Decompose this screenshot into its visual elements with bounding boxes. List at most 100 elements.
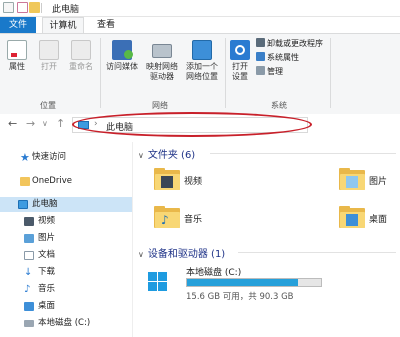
breadcrumb-separator-icon[interactable]: › — [94, 119, 98, 129]
sidebar-item-label: 视频 — [38, 216, 56, 226]
music-folder-icon: ♪ — [154, 206, 180, 228]
open-label: 打开 — [41, 62, 57, 71]
add-network-location-label-2: 网络位置 — [186, 72, 218, 81]
open-button[interactable]: 打开 — [36, 40, 62, 72]
address-bar[interactable]: › 此电脑 — [72, 117, 308, 133]
pictures-icon — [24, 234, 34, 243]
map-network-drive-button[interactable]: 映射网络 驱动器 — [143, 40, 181, 82]
devices-section-header[interactable]: ∨ 设备和驱动器 (1) — [138, 245, 225, 260]
title-bar: 此电脑 — [0, 0, 400, 17]
computer-icon — [78, 121, 89, 129]
desktop-icon — [24, 302, 34, 311]
sidebar-item-quick-access[interactable]: ★ 快速访问 — [0, 150, 132, 165]
back-arrow-icon[interactable]: ← — [8, 117, 17, 130]
documents-icon — [24, 251, 34, 260]
tab-file[interactable]: 文件 — [0, 17, 36, 33]
quick-access-properties-icon[interactable] — [3, 2, 14, 13]
sidebar-item-desktop[interactable]: 桌面 — [0, 299, 132, 314]
sidebar-item-onedrive[interactable]: OneDrive — [0, 174, 132, 189]
group-separator — [225, 38, 226, 108]
gear-icon — [230, 40, 250, 60]
navigation-bar: ← → ∨ ↑ › 此电脑 — [0, 114, 400, 136]
sidebar-item-label: OneDrive — [32, 176, 72, 186]
location-group-label: 位置 — [40, 101, 56, 110]
properties-label: 属性 — [9, 62, 25, 71]
ribbon: 属性 打开 重命名 位置 访问媒体 映射网络 驱动器 添加一个 网络位置 网络 … — [0, 33, 400, 115]
sidebar-item-pictures[interactable]: 图片 — [0, 231, 132, 246]
folders-header-label: 文件夹 (6) — [147, 150, 196, 161]
system-properties-label: 系统属性 — [267, 53, 299, 62]
add-network-location-button[interactable]: 添加一个 网络位置 — [182, 40, 222, 82]
media-icon — [112, 40, 133, 60]
folder-label: 桌面 — [369, 215, 388, 225]
up-arrow-icon[interactable]: ↑ — [56, 117, 65, 130]
add-network-location-label: 添加一个 — [186, 62, 218, 71]
quick-access-separator — [41, 3, 42, 13]
open-settings-label: 打开 — [232, 62, 248, 71]
uninstall-program-button[interactable]: 卸载或更改程序 — [256, 38, 323, 50]
sidebar-item-this-pc[interactable]: 此电脑 — [0, 197, 132, 212]
system-properties-button[interactable]: 系统属性 — [256, 52, 299, 64]
forward-arrow-icon[interactable]: → — [26, 117, 35, 130]
drive-name: 本地磁盘 (C:) — [186, 268, 242, 278]
address-path[interactable]: 此电脑 — [106, 120, 133, 133]
manage-icon — [256, 66, 265, 75]
ribbon-tabs: 文件 计算机 查看 — [0, 17, 400, 33]
rename-label: 重命名 — [69, 62, 93, 71]
folders-section-header[interactable]: ∨ 文件夹 (6) — [138, 146, 195, 161]
properties-icon — [7, 40, 27, 60]
recent-chevron-icon[interactable]: ∨ — [42, 119, 48, 128]
group-separator — [100, 38, 101, 108]
pane-divider[interactable] — [132, 142, 133, 337]
star-icon: ★ — [20, 151, 30, 164]
drive-usage-bar — [186, 278, 322, 287]
add-network-location-icon — [192, 40, 212, 60]
sidebar-item-local-disk[interactable]: 本地磁盘 (C:) — [0, 316, 132, 331]
section-divider — [210, 153, 396, 154]
sidebar-item-videos[interactable]: 视频 — [0, 214, 132, 229]
rename-button[interactable]: 重命名 — [66, 40, 96, 72]
group-separator — [330, 38, 331, 108]
system-properties-icon — [256, 52, 265, 61]
open-settings-button[interactable]: 打开 设置 — [228, 40, 252, 82]
folder-label: 视频 — [184, 177, 203, 187]
drive-usage-fill — [187, 279, 299, 286]
drive-icon — [24, 320, 34, 327]
manage-button[interactable]: 管理 — [256, 66, 283, 78]
downloads-icon: ↓ — [24, 267, 33, 278]
onedrive-folder-icon — [20, 177, 30, 186]
sidebar-item-label: 快速访问 — [32, 152, 67, 162]
videos-icon — [24, 217, 34, 226]
access-media-label: 访问媒体 — [106, 62, 138, 71]
sidebar-item-documents[interactable]: 文档 — [0, 248, 132, 263]
quick-access-checkmark-icon[interactable] — [17, 2, 28, 13]
sidebar-item-label: 音乐 — [38, 284, 56, 294]
sidebar-item-label: 下载 — [38, 267, 56, 277]
sidebar-item-label: 此电脑 — [32, 199, 58, 209]
sidebar-item-label: 文档 — [38, 250, 56, 260]
navigation-pane: ★ 快速访问 OneDrive 此电脑 视频 图片 文档 ↓ 下载 ♪ 音乐 桌… — [0, 142, 133, 337]
sidebar-item-label: 桌面 — [38, 301, 56, 311]
open-settings-label-2: 设置 — [232, 72, 248, 81]
properties-button[interactable]: 属性 — [4, 40, 30, 72]
sidebar-item-music[interactable]: ♪ 音乐 — [0, 282, 132, 297]
tab-view[interactable]: 查看 — [90, 17, 122, 33]
map-drive-icon — [152, 44, 172, 58]
chevron-down-icon[interactable]: ∨ — [138, 250, 144, 259]
sidebar-item-label: 图片 — [38, 233, 56, 243]
devices-header-label: 设备和驱动器 (1) — [147, 249, 226, 260]
open-icon — [39, 40, 59, 60]
quick-access-folder-icon[interactable] — [29, 2, 40, 13]
chevron-down-icon[interactable]: ∨ — [138, 151, 144, 160]
pictures-folder-icon — [339, 168, 365, 190]
section-divider — [238, 252, 396, 253]
network-group-label: 网络 — [152, 101, 168, 110]
windows-drive-icon — [148, 272, 168, 292]
content-pane: ∨ 文件夹 (6) 视频 图片 ♪ 音乐 桌面 ∨ 设备和驱动器 (1) 本地磁… — [134, 142, 400, 337]
folder-label: 音乐 — [184, 215, 203, 225]
videos-folder-icon — [154, 168, 180, 190]
sidebar-item-downloads[interactable]: ↓ 下载 — [0, 265, 132, 280]
music-icon: ♪ — [24, 284, 31, 295]
access-media-button[interactable]: 访问媒体 — [103, 40, 141, 72]
tab-computer[interactable]: 计算机 — [42, 17, 84, 33]
